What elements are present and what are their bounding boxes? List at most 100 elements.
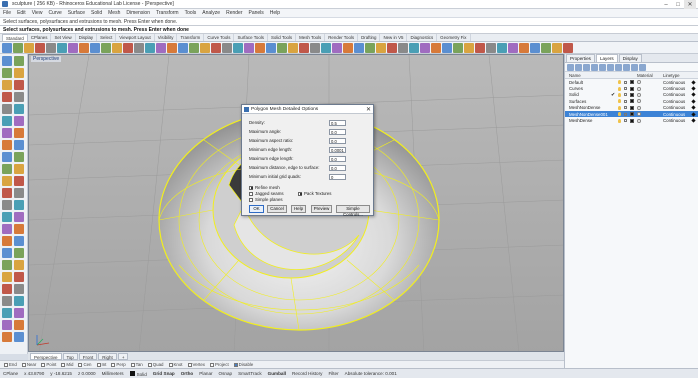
toolbar-tool-icon[interactable]: [453, 42, 463, 53]
osnap-end[interactable]: End: [4, 362, 17, 367]
layer-tool-icon[interactable]: [639, 63, 646, 71]
filter-toggle[interactable]: Filter: [328, 371, 338, 376]
palette-tool-icon[interactable]: [2, 320, 12, 330]
layer-lock-icon[interactable]: [624, 119, 627, 123]
tab-display[interactable]: Display: [618, 54, 642, 62]
palette-tool-icon[interactable]: [14, 272, 24, 282]
layer-color-swatch[interactable]: [630, 105, 634, 110]
toolbar-tool-icon[interactable]: [442, 42, 452, 53]
palette-tool-icon[interactable]: [2, 272, 12, 282]
tab-select[interactable]: Select: [97, 34, 117, 41]
record-history-toggle[interactable]: Record History: [292, 371, 322, 376]
tab-display[interactable]: Display: [76, 34, 98, 41]
layer-linetype[interactable]: Continuous: [663, 80, 685, 85]
layer-tool-icon[interactable]: [599, 63, 606, 71]
layer-tool-icon[interactable]: [615, 63, 622, 71]
palette-tool-icon[interactable]: [2, 296, 12, 306]
toolbar-tool-icon[interactable]: [35, 42, 45, 53]
tab-diagnostics[interactable]: Diagnostics: [407, 34, 438, 41]
tab-cplanes[interactable]: CPlanes: [28, 34, 52, 41]
palette-tool-icon[interactable]: [2, 128, 12, 138]
palette-tool-icon[interactable]: [2, 200, 12, 210]
layer-material-icon[interactable]: [637, 99, 641, 104]
toolbar-tool-icon[interactable]: [365, 42, 375, 53]
column-name[interactable]: Name: [565, 72, 637, 78]
status-layer[interactable]: Solid: [129, 370, 147, 377]
palette-tool-icon[interactable]: [2, 236, 12, 246]
layer-name[interactable]: Default: [569, 80, 583, 85]
menu-dimension[interactable]: Dimension: [126, 10, 150, 16]
toolbar-tool-icon[interactable]: [552, 42, 562, 53]
layer-name[interactable]: MeshNonDense001: [569, 112, 608, 117]
osnap-project[interactable]: Project: [210, 362, 229, 367]
palette-tool-icon[interactable]: [14, 128, 24, 138]
layer-visible-bulb-icon[interactable]: [618, 112, 621, 117]
palette-tool-icon[interactable]: [14, 332, 24, 342]
layer-row[interactable]: MeshDense Continuous: [565, 117, 698, 123]
menu-analyze[interactable]: Analyze: [202, 10, 220, 16]
osnap-checkbox[interactable]: [21, 362, 26, 367]
layer-visible-bulb-icon[interactable]: [618, 118, 621, 123]
column-material[interactable]: Material: [637, 72, 663, 78]
palette-tool-icon[interactable]: [14, 296, 24, 306]
toolbar-tool-icon[interactable]: [68, 42, 78, 53]
column-linetype[interactable]: Linetype: [663, 72, 693, 78]
palette-tool-icon[interactable]: [2, 176, 12, 186]
layer-lock-icon[interactable]: [624, 112, 627, 116]
toolbar-tool-icon[interactable]: [90, 42, 100, 53]
toolbar-tool-icon[interactable]: [189, 42, 199, 53]
toolbar-tool-icon[interactable]: [519, 42, 529, 53]
palette-tool-icon[interactable]: [2, 332, 12, 342]
command-prompt[interactable]: Select surfaces, polysurfaces and extrus…: [0, 25, 698, 34]
osnap-tan[interactable]: Tan: [130, 362, 143, 367]
layer-linetype[interactable]: Continuous: [663, 92, 685, 97]
layer-name[interactable]: Curves: [569, 86, 583, 91]
toolbar-tool-icon[interactable]: [101, 42, 111, 53]
view-tab-right[interactable]: Right: [98, 352, 117, 360]
layer-visible-bulb-icon[interactable]: [618, 80, 621, 85]
layer-color-swatch[interactable]: [630, 118, 634, 123]
layer-name[interactable]: MeshDense: [569, 118, 592, 123]
osnap-mid[interactable]: Mid: [61, 362, 73, 367]
palette-tool-icon[interactable]: [2, 80, 12, 90]
layer-linetype[interactable]: Continuous: [663, 105, 685, 110]
osnap-disable[interactable]: Disable: [233, 362, 253, 367]
layer-material-icon[interactable]: [637, 105, 641, 110]
layer-lock-icon[interactable]: [624, 80, 627, 84]
palette-tool-icon[interactable]: [2, 92, 12, 102]
toolbar-tool-icon[interactable]: [376, 42, 386, 53]
toolbar-tool-icon[interactable]: [398, 42, 408, 53]
layer-linetype[interactable]: Continuous: [663, 112, 685, 117]
toolbar-tool-icon[interactable]: [134, 42, 144, 53]
osnap-checkbox[interactable]: [96, 362, 101, 367]
menu-help[interactable]: Help: [270, 10, 280, 16]
toolbar-tool-icon[interactable]: [2, 42, 12, 53]
toolbar-tool-icon[interactable]: [464, 42, 474, 53]
palette-tool-icon[interactable]: [14, 56, 24, 66]
toolbar-tool-icon[interactable]: [475, 42, 485, 53]
toolbar-tool-icon[interactable]: [24, 42, 34, 53]
layer-material-icon[interactable]: [637, 112, 641, 117]
grid-snap-toggle[interactable]: Grid Snap: [153, 371, 175, 376]
layer-name[interactable]: MeshNonDense: [569, 105, 600, 110]
tab-curve-tools[interactable]: Curve Tools: [204, 34, 235, 41]
menu-view[interactable]: View: [32, 10, 43, 16]
tab-visibility[interactable]: Visibility: [155, 34, 178, 41]
ok-button[interactable]: OK: [249, 205, 264, 213]
layer-name[interactable]: Surfaces: [569, 99, 586, 104]
minimum-initial-grid-quads-input[interactable]: 0: [329, 173, 346, 180]
palette-tool-icon[interactable]: [2, 188, 12, 198]
menu-file[interactable]: File: [3, 10, 11, 16]
layer-tool-icon[interactable]: [607, 63, 614, 71]
toolbar-tool-icon[interactable]: [255, 42, 265, 53]
checkbox-box[interactable]: [249, 185, 253, 190]
palette-tool-icon[interactable]: [14, 224, 24, 234]
layer-tool-icon[interactable]: [591, 63, 598, 71]
layer-material-icon[interactable]: [637, 118, 641, 123]
ortho-toggle[interactable]: Ortho: [181, 371, 194, 376]
toolbar-tool-icon[interactable]: [211, 42, 221, 53]
layer-linetype[interactable]: Continuous: [663, 99, 685, 104]
density-input[interactable]: 0.5: [329, 119, 346, 126]
menu-tools[interactable]: Tools: [185, 10, 197, 16]
tab-set-view[interactable]: Set View: [51, 34, 76, 41]
